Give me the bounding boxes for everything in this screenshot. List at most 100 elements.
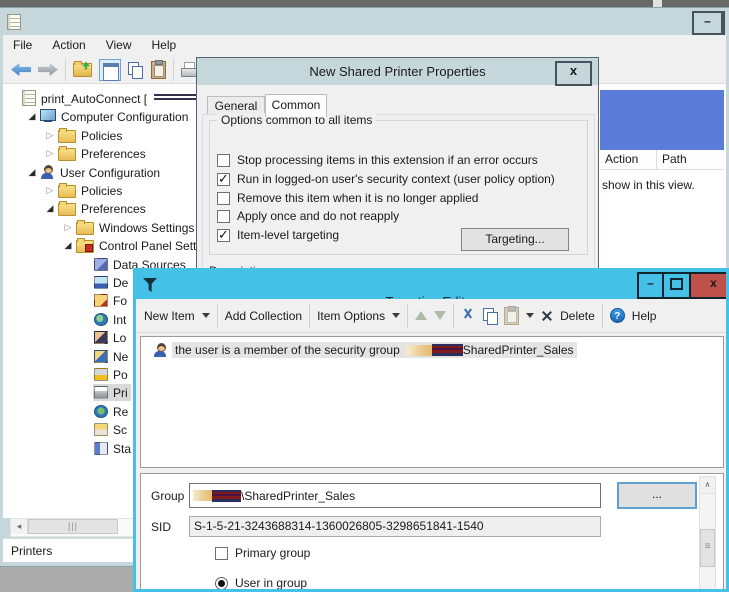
help-icon[interactable]: ?	[610, 308, 625, 323]
minimize-icon[interactable]: –	[637, 272, 664, 299]
checkbox-label: Apply once and do not reapply	[237, 209, 399, 223]
collapsed-expander-icon[interactable]: ▷	[61, 222, 75, 233]
forward-arrow-icon[interactable]	[38, 63, 58, 76]
show-console-tree-icon[interactable]	[99, 59, 121, 81]
tree-item-root-gpo[interactable]: print_AutoConnect [	[3, 89, 207, 107]
redacted-domain	[406, 345, 432, 356]
scroll-left-arrow-icon[interactable]: ◂	[11, 519, 28, 534]
checkbox-label: Stop processing items in this extension …	[237, 153, 538, 167]
tree-item-computer-configuration[interactable]: ◢Computer Configuration	[3, 107, 225, 125]
export-list-icon[interactable]	[73, 63, 92, 77]
copy-icon[interactable]	[483, 308, 497, 323]
start-menu-icon	[94, 442, 108, 455]
user-configuration-icon	[40, 165, 55, 180]
regional-options-icon	[94, 405, 108, 418]
chevron-down-icon[interactable]	[392, 313, 400, 322]
expanded-expander-icon[interactable]: ◢	[61, 240, 75, 251]
chevron-down-icon[interactable]	[202, 313, 210, 322]
chevron-down-icon[interactable]	[526, 313, 534, 322]
toolbar-separator	[65, 59, 66, 81]
scroll-up-arrow-icon[interactable]: ∧	[700, 477, 715, 494]
menu-help[interactable]: Help	[142, 35, 187, 56]
tree-item-content: User Configuration	[39, 164, 163, 181]
data-sources-icon	[94, 258, 108, 271]
tree-item-label: Ne	[113, 349, 128, 364]
collapsed-expander-icon[interactable]: ▷	[43, 130, 57, 141]
user-in-group-label: User in group	[235, 576, 307, 590]
user-icon	[153, 343, 168, 358]
tree-item-label: Int	[113, 312, 126, 327]
scrollbar-thumb[interactable]: |||	[28, 519, 118, 534]
scheduled-tasks-icon	[94, 423, 108, 436]
add-collection-button[interactable]: Add Collection	[225, 309, 302, 323]
expanded-expander-icon[interactable]: ◢	[25, 167, 39, 178]
user-in-group-radio[interactable]: User in group	[215, 576, 307, 590]
column-header-path[interactable]: Path	[657, 150, 724, 169]
redacted-domain	[212, 490, 241, 502]
paste-icon[interactable]	[151, 61, 166, 79]
checkbox-row-2[interactable]: Remove this item when it is no longer ap…	[217, 191, 478, 205]
sid-label: SID	[151, 520, 171, 534]
checkbox-icon[interactable]	[215, 547, 228, 560]
item-text: the user is a member of the security gro…	[175, 343, 400, 357]
menu-file[interactable]: File	[3, 35, 42, 56]
tree-item-label: User Configuration	[60, 165, 160, 180]
expanded-expander-icon[interactable]: ◢	[43, 203, 57, 214]
checkbox-row-4[interactable]: Item-level targeting	[217, 228, 339, 242]
delete-x-icon[interactable]	[541, 310, 553, 322]
maximize-icon[interactable]	[662, 272, 691, 299]
toolbar-separator	[309, 304, 310, 328]
checkbox-row-3[interactable]: Apply once and do not reapply	[217, 209, 399, 223]
cut-icon[interactable]	[461, 308, 476, 323]
minimize-button[interactable]: –	[692, 11, 723, 35]
computer-preferences-icon	[58, 148, 76, 161]
unchecked-checkbox-icon[interactable]	[217, 154, 230, 167]
checked-checkbox-icon[interactable]	[217, 173, 230, 186]
tree-item-label: Windows Settings	[99, 220, 194, 235]
targeting-button[interactable]: Targeting...	[461, 228, 569, 251]
paste-icon[interactable]	[504, 307, 519, 325]
column-header-action[interactable]: Action	[600, 150, 657, 169]
scrollbar-thumb[interactable]: ≡	[700, 529, 715, 567]
back-arrow-icon[interactable]	[11, 63, 31, 76]
close-icon[interactable]: x	[689, 272, 729, 299]
menu-action[interactable]: Action	[42, 35, 95, 56]
unchecked-checkbox-icon[interactable]	[217, 192, 230, 205]
redacted-domain	[193, 490, 212, 501]
power-options-icon	[94, 368, 108, 381]
move-down-icon[interactable]	[434, 311, 446, 326]
collapsed-expander-icon[interactable]: ▷	[43, 185, 57, 196]
item-options-button[interactable]: Item Options	[317, 309, 385, 323]
tree-item-user-configuration[interactable]: ◢ User Configuration	[3, 163, 225, 181]
checked-checkbox-icon[interactable]	[217, 229, 230, 242]
group-input[interactable]: \SharedPrinter_Sales	[189, 483, 601, 508]
collapsed-expander-icon[interactable]: ▷	[43, 148, 57, 159]
targeting-toolbar: New Item Add Collection Item Options Del…	[136, 299, 726, 333]
new-shared-printer-properties-dialog: New Shared Printer Properties x General …	[196, 57, 599, 283]
computer-policies-icon	[58, 130, 76, 143]
checkbox-row-1[interactable]: Run in logged-on user's security context…	[217, 172, 555, 186]
tree-item-content: Pri	[93, 384, 131, 401]
delete-button[interactable]: Delete	[560, 309, 595, 323]
move-up-icon[interactable]	[415, 305, 427, 320]
tree-item-label: Policies	[81, 183, 122, 198]
expanded-expander-icon[interactable]: ◢	[25, 111, 39, 122]
browse-button[interactable]: ...	[617, 482, 697, 509]
help-button[interactable]: Help	[632, 309, 657, 323]
menu-view[interactable]: View	[96, 35, 142, 56]
windows-settings-icon	[76, 222, 94, 235]
tree-item-label: De	[113, 275, 128, 290]
print-icon[interactable]	[181, 62, 197, 77]
new-item-button[interactable]: New Item	[144, 309, 195, 323]
radio-icon[interactable]	[215, 577, 228, 590]
unchecked-checkbox-icon[interactable]	[217, 210, 230, 223]
network-options-icon	[94, 350, 108, 363]
close-icon[interactable]: x	[555, 61, 592, 86]
targeting-list-item[interactable]: the user is a member of the security gro…	[153, 342, 577, 358]
copy-icon[interactable]	[128, 62, 144, 78]
tab-common[interactable]: Common	[265, 94, 327, 117]
primary-group-checkbox[interactable]: Primary group	[215, 546, 310, 560]
detail-vertical-scrollbar[interactable]: ∧ ≡	[699, 476, 716, 592]
toolbar-separator	[217, 304, 218, 328]
checkbox-row-0[interactable]: Stop processing items in this extension …	[217, 153, 538, 167]
